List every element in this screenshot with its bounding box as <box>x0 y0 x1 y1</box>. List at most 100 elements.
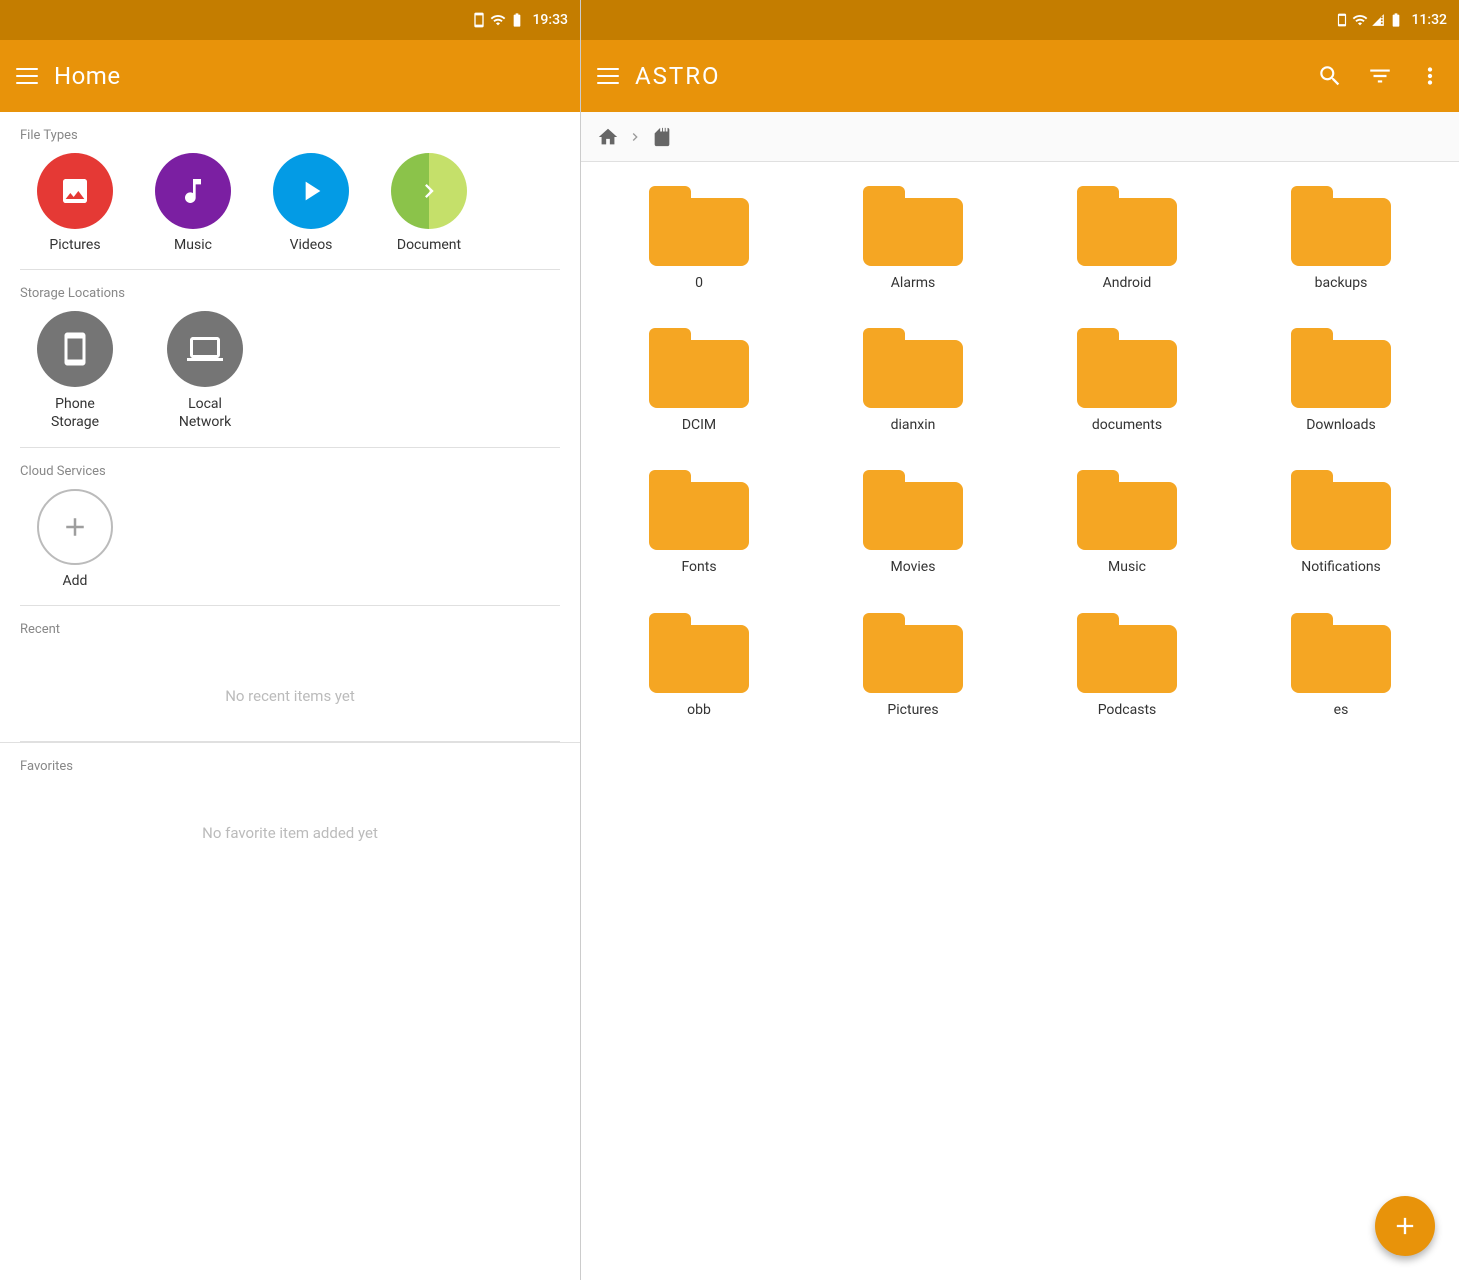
file-type-videos[interactable]: Videos <box>256 153 366 253</box>
folder-documents[interactable]: documents <box>1025 320 1229 442</box>
right-panel-wrapper: 0 Alarms Android <box>581 162 1459 1280</box>
folder-downloads-icon <box>1291 328 1391 408</box>
more-options-button[interactable] <box>1417 63 1443 89</box>
folder-music[interactable]: Music <box>1025 462 1229 584</box>
folder-android[interactable]: Android <box>1025 178 1229 300</box>
top-bar-actions <box>1317 63 1443 89</box>
folder-pictures-label: Pictures <box>887 701 938 719</box>
left-top-bar: Home <box>0 40 580 112</box>
hamburger-menu-button[interactable] <box>16 68 38 84</box>
breadcrumb <box>581 112 1459 162</box>
storage-label: Storage Locations <box>0 270 580 311</box>
folder-dcim-icon <box>649 328 749 408</box>
favorites-section: Favorites No favorite item added yet <box>0 742 580 878</box>
search-button[interactable] <box>1317 63 1343 89</box>
folder-alarms-label: Alarms <box>891 274 935 292</box>
add-circle <box>37 489 113 565</box>
folder-0-icon <box>649 186 749 266</box>
folder-podcasts-icon <box>1077 613 1177 693</box>
folder-music-label: Music <box>1108 558 1146 576</box>
folder-obb-icon <box>649 613 749 693</box>
right-time: 11:32 <box>1411 12 1447 28</box>
folder-documents-icon <box>1077 328 1177 408</box>
folder-movies-icon <box>863 470 963 550</box>
folder-alarms-icon <box>863 186 963 266</box>
folder-podcasts-label: Podcasts <box>1098 701 1157 719</box>
folder-podcasts[interactable]: Podcasts <box>1025 605 1229 727</box>
fab-add-button[interactable] <box>1375 1196 1435 1256</box>
right-hamburger-button[interactable] <box>597 68 619 84</box>
folder-ringtones-label: es <box>1334 701 1349 719</box>
folder-ringtones[interactable]: es <box>1239 605 1443 727</box>
phone-storage-label: PhoneStorage <box>51 395 99 431</box>
favorites-empty-text: No favorite item added yet <box>20 814 560 862</box>
storage-grid: PhoneStorage LocalNetwork <box>0 311 580 447</box>
videos-label: Videos <box>290 237 333 253</box>
breadcrumb-chevron <box>627 129 643 145</box>
folder-grid: 0 Alarms Android <box>581 162 1459 1280</box>
folder-obb-label: obb <box>687 701 711 719</box>
right-title: ASTRO <box>635 62 1301 90</box>
folder-documents-label: documents <box>1092 416 1162 434</box>
folder-dianxin[interactable]: dianxin <box>811 320 1015 442</box>
folder-backups[interactable]: backups <box>1239 178 1443 300</box>
cloud-services-area: Add <box>0 489 580 605</box>
folder-0[interactable]: 0 <box>597 178 801 300</box>
pictures-circle <box>37 153 113 229</box>
file-type-documents[interactable]: Document <box>374 153 484 253</box>
folder-android-label: Android <box>1103 274 1152 292</box>
right-panel: 11:32 ASTRO <box>580 0 1459 1280</box>
phone-storage-item[interactable]: PhoneStorage <box>20 311 130 431</box>
sd-card-breadcrumb-button[interactable] <box>651 126 673 148</box>
local-network-label: LocalNetwork <box>179 395 231 431</box>
folder-notifications-icon <box>1291 470 1391 550</box>
folder-dcim[interactable]: DCIM <box>597 320 801 442</box>
folder-ringtones-icon <box>1291 613 1391 693</box>
videos-circle <box>273 153 349 229</box>
recent-empty-text: No recent items yet <box>20 677 560 725</box>
file-types-label: File Types <box>0 112 580 153</box>
home-breadcrumb-button[interactable] <box>597 126 619 148</box>
left-status-icons: 19:33 <box>471 12 568 28</box>
file-type-music[interactable]: Music <box>138 153 248 253</box>
folder-movies[interactable]: Movies <box>811 462 1015 584</box>
folder-alarms[interactable]: Alarms <box>811 178 1015 300</box>
file-types-grid: Pictures Music Videos Document <box>0 153 580 269</box>
folder-dianxin-label: dianxin <box>891 416 936 434</box>
right-status-icons: 11:32 <box>1335 12 1447 28</box>
folder-fonts-icon <box>649 470 749 550</box>
folder-pictures[interactable]: Pictures <box>811 605 1015 727</box>
filter-button[interactable] <box>1367 63 1393 89</box>
folder-backups-label: backups <box>1315 274 1368 292</box>
folder-notifications[interactable]: Notifications <box>1239 462 1443 584</box>
phone-storage-circle <box>37 311 113 387</box>
left-time: 19:33 <box>532 12 568 28</box>
right-status-bar: 11:32 <box>581 0 1459 40</box>
folder-backups-icon <box>1291 186 1391 266</box>
pictures-label: Pictures <box>49 237 100 253</box>
local-network-circle <box>167 311 243 387</box>
documents-circle <box>391 153 467 229</box>
folder-android-icon <box>1077 186 1177 266</box>
folder-fonts[interactable]: Fonts <box>597 462 801 584</box>
folder-pictures-icon <box>863 613 963 693</box>
folder-music-icon <box>1077 470 1177 550</box>
left-content: File Types Pictures Music Videos <box>0 112 580 1280</box>
add-label: Add <box>63 573 88 589</box>
favorites-label: Favorites <box>20 743 560 814</box>
music-label: Music <box>174 237 212 253</box>
file-type-pictures[interactable]: Pictures <box>20 153 130 253</box>
documents-label: Document <box>397 237 461 253</box>
right-top-bar: ASTRO <box>581 40 1459 112</box>
add-cloud-button[interactable]: Add <box>20 489 130 589</box>
music-circle <box>155 153 231 229</box>
local-network-item[interactable]: LocalNetwork <box>150 311 260 431</box>
folder-0-label: 0 <box>695 274 703 292</box>
left-panel: 19:33 Home File Types Pictures <box>0 0 580 1280</box>
folder-dianxin-icon <box>863 328 963 408</box>
folder-movies-label: Movies <box>891 558 936 576</box>
recent-label: Recent <box>20 622 560 637</box>
folder-downloads[interactable]: Downloads <box>1239 320 1443 442</box>
left-status-bar: 19:33 <box>0 0 580 40</box>
folder-obb[interactable]: obb <box>597 605 801 727</box>
